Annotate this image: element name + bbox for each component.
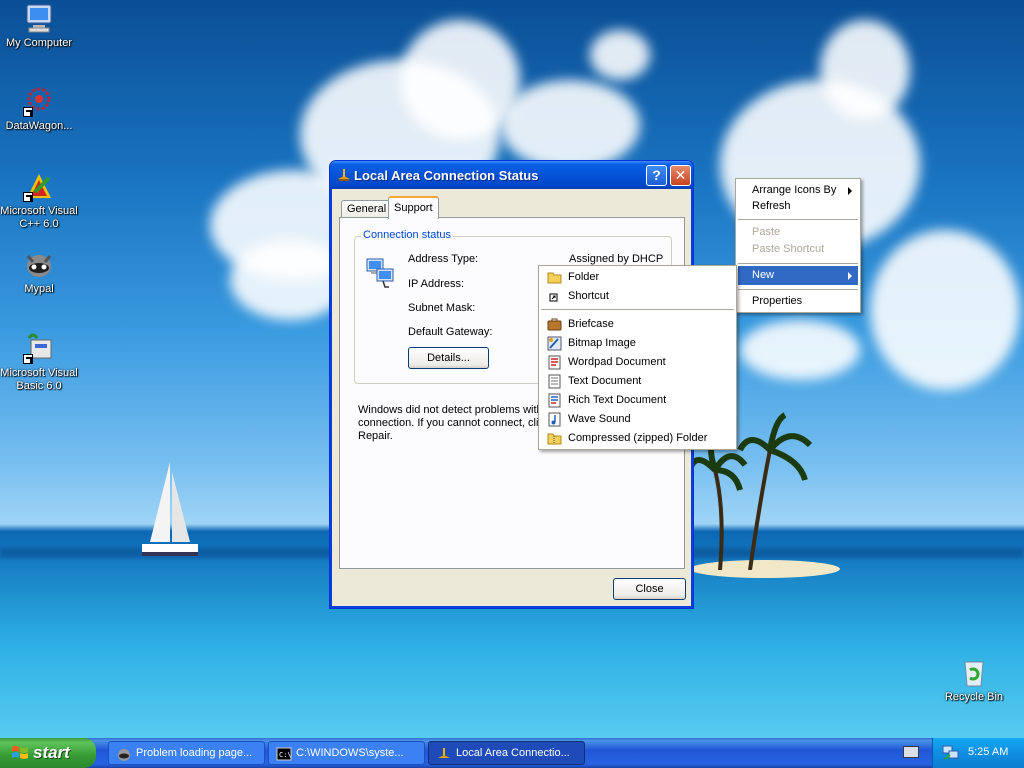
desktop-context-menu[interactable]: Arrange Icons By Refresh Paste Paste Sho… [735,178,861,313]
menu-item-refresh[interactable]: Refresh [738,197,858,216]
bitmap-icon [547,336,562,351]
menu-separator [541,309,734,310]
new-submenu[interactable]: Folder Shortcut Briefcase Bitmap Image W… [538,265,737,450]
new-item-briefcase[interactable]: Briefcase [541,315,734,334]
cloud [590,30,650,80]
desktop-icon-recycle-bin[interactable]: Recycle Bin [934,656,1014,704]
taskbar: start Problem loading page... C:\ C:\WIN… [0,738,1024,768]
address-type-label: Address Type: [408,253,479,265]
address-type-value: Assigned by DHCP [569,253,664,265]
new-item-compressed-folder[interactable]: Compressed (zipped) Folder [541,429,734,448]
subnet-mask-label: Subnet Mask: [408,302,476,314]
tab-support[interactable]: Support [388,196,439,219]
cmd-icon: C:\ [276,747,292,761]
desktop-icon-label: Recycle Bin [944,691,1004,703]
desktop-icon-label: Mypal [24,283,54,295]
desktop-icon-label: Microsoft Visual C++ 6.0 [0,205,78,230]
recycle-bin-icon [958,656,990,688]
desktop-icon-label: My Computer [5,37,73,49]
help-button[interactable]: ? [646,165,667,186]
start-label: start [33,743,70,762]
new-item-text-document[interactable]: Text Document [541,372,734,391]
visual-basic-icon [23,332,55,364]
new-item-folder[interactable]: Folder [541,268,734,287]
details-button[interactable]: Details... [408,347,489,369]
new-item-label: Wave Sound [568,413,631,425]
group-title: Connection status [361,229,454,241]
cloud [870,230,1020,390]
title-close-button[interactable]: ✕ [670,165,691,186]
menu-separator [738,289,858,290]
shortcut-icon [549,293,558,302]
ip-address-label: IP Address: [408,278,465,290]
desktop-icon-label: DataWagon... [5,120,73,132]
my-computer-icon [23,2,55,34]
new-item-label: Text Document [568,375,642,387]
menu-separator [738,219,858,220]
menu-separator [738,263,858,264]
keyboard-icon[interactable] [903,746,919,758]
briefcase-icon [547,318,562,331]
network-tray-icon[interactable] [942,745,960,761]
cloud [500,80,640,170]
new-item-wordpad-document[interactable]: Wordpad Document [541,353,734,372]
new-item-label: Shortcut [568,290,609,302]
sailboat-icon [142,462,198,556]
new-item-label: Compressed (zipped) Folder [568,432,708,444]
windows-flag-icon [12,746,28,759]
default-gateway-label: Default Gateway: [408,326,493,338]
desktop-icon-label: Microsoft Visual Basic 6.0 [0,367,78,392]
start-button[interactable]: start [0,738,96,768]
desktop-icon-datawagon[interactable]: DataWagon... [0,85,79,133]
taskbar-button-local-area-connection[interactable]: Local Area Connectio... [428,741,585,765]
desktop-icon-my-computer[interactable]: My Computer [0,2,79,50]
system-tray: 5:25 AM [932,738,1024,768]
new-item-label: Bitmap Image [568,337,636,349]
datawagon-icon [23,85,55,117]
menu-item-label: Arrange Icons By [752,184,837,196]
dialog-titlebar[interactable]: Local Area Connection Status ? ✕ [330,161,693,189]
close-button[interactable]: Close [613,578,686,600]
new-item-label: Briefcase [568,318,614,330]
new-item-bitmap-image[interactable]: Bitmap Image [541,334,734,353]
desktop-icon-mypal[interactable]: Mypal [0,248,79,296]
clock[interactable]: 5:25 AM [968,746,1008,758]
task-label: Local Area Connectio... [456,747,570,759]
menu-item-paste-shortcut[interactable]: Paste Shortcut [738,240,858,259]
folder-icon [547,272,562,284]
submenu-arrow-icon [848,272,852,280]
network-icon [438,748,450,758]
dialog-title: Local Area Connection Status [354,168,539,183]
cloud [740,320,860,380]
desktop-icon-visual-basic[interactable]: Microsoft Visual Basic 6.0 [0,332,79,393]
desktop-icon-visual-cpp[interactable]: Microsoft Visual C++ 6.0 [0,170,79,231]
tab-general[interactable]: General [341,200,393,218]
text-document-icon [548,374,561,389]
visual-cpp-icon [23,170,55,202]
taskbar-button-browser[interactable]: Problem loading page... [108,741,265,765]
new-item-shortcut[interactable]: Shortcut [541,287,734,306]
wave-sound-icon [548,412,561,427]
submenu-arrow-icon [848,187,852,195]
new-item-wave-sound[interactable]: Wave Sound [541,410,734,429]
menu-item-properties[interactable]: Properties [738,292,858,311]
rich-text-icon [548,393,561,408]
taskbar-button-cmd[interactable]: C:\ C:\WINDOWS\syste... [268,741,425,765]
cloud [820,20,910,120]
menu-item-label: New [752,269,775,281]
new-item-rich-text-document[interactable]: Rich Text Document [541,391,734,410]
new-item-label: Wordpad Document [568,356,666,368]
menu-item-new[interactable]: New [738,266,858,285]
svg-text:C:\: C:\ [279,751,292,759]
mypal-icon [118,749,130,761]
task-label: Problem loading page... [136,747,253,759]
network-icon [338,169,350,181]
mypal-icon [23,248,55,280]
zip-folder-icon [547,433,562,445]
wordpad-icon [548,355,561,370]
task-label: C:\WINDOWS\syste... [296,747,404,759]
new-item-label: Rich Text Document [568,394,667,406]
new-item-label: Folder [568,271,600,283]
network-connection-icon [366,258,394,288]
